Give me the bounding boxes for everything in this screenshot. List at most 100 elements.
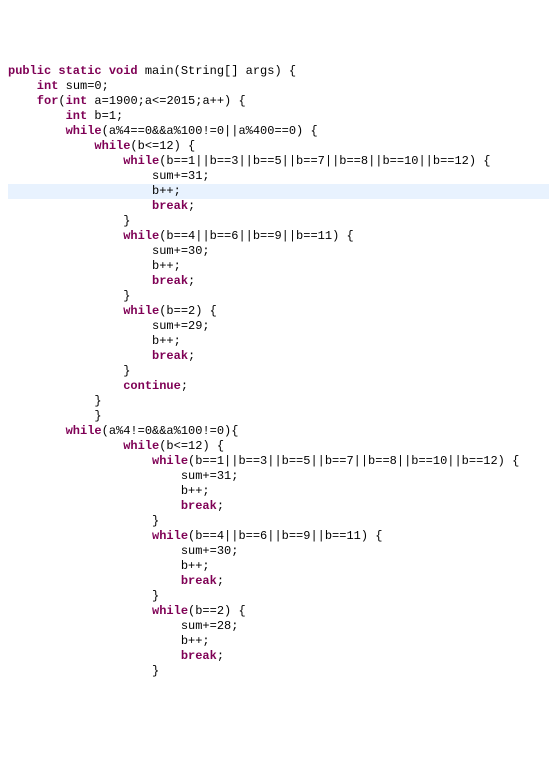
text-token: main(String[] args) { — [138, 64, 296, 78]
keyword-token: int — [8, 109, 87, 123]
text-token: b++; — [8, 184, 181, 198]
keyword-token: while — [8, 154, 159, 168]
code-line: } — [8, 514, 549, 529]
text-token: (b==4||b==6||b==9||b==11) { — [159, 229, 353, 243]
code-line: } — [8, 364, 549, 379]
text-token: (a%4==0&&a%100!=0||a%400==0) { — [102, 124, 318, 138]
text-token: ( — [58, 94, 65, 108]
keyword-token: while — [8, 139, 130, 153]
keyword-token: while — [8, 124, 102, 138]
text-token: sum=0; — [58, 79, 108, 93]
text-token: (b==2) { — [188, 604, 246, 618]
code-line: int b=1; — [8, 109, 549, 124]
code-line: while(b==4||b==6||b==9||b==11) { — [8, 529, 549, 544]
keyword-token: public static void — [8, 64, 138, 78]
keyword-token: while — [8, 439, 159, 453]
text-token: } — [8, 589, 159, 603]
code-line: while(b==4||b==6||b==9||b==11) { — [8, 229, 549, 244]
keyword-token: while — [8, 229, 159, 243]
keyword-token: break — [8, 499, 217, 513]
text-token: b++; — [8, 334, 181, 348]
text-token: ; — [188, 199, 195, 213]
keyword-token: continue — [8, 379, 181, 393]
text-token: (b==1||b==3||b==5||b==7||b==8||b==10||b=… — [188, 454, 519, 468]
code-line: } — [8, 289, 549, 304]
keyword-token: while — [8, 304, 159, 318]
code-line: break; — [8, 199, 549, 214]
code-line: while(b==2) { — [8, 604, 549, 619]
keyword-token: int — [8, 79, 58, 93]
code-line: for(int a=1900;a<=2015;a++) { — [8, 94, 549, 109]
code-line: while(b==1||b==3||b==5||b==7||b==8||b==1… — [8, 454, 549, 469]
text-token: sum+=28; — [8, 619, 238, 633]
keyword-token: while — [8, 529, 188, 543]
text-token: sum+=30; — [8, 244, 210, 258]
keyword-token: break — [8, 649, 217, 663]
code-line: break; — [8, 649, 549, 664]
code-line: sum+=29; — [8, 319, 549, 334]
text-token: } — [8, 664, 159, 678]
text-token: } — [8, 214, 130, 228]
text-token: } — [8, 514, 159, 528]
text-token: sum+=30; — [8, 544, 238, 558]
code-line: } — [8, 664, 549, 679]
code-editor: public static void main(String[] args) {… — [8, 64, 549, 679]
code-line: while(b==2) { — [8, 304, 549, 319]
text-token: } — [8, 394, 102, 408]
code-line: break; — [8, 499, 549, 514]
text-token: (b==1||b==3||b==5||b==7||b==8||b==10||b=… — [159, 154, 490, 168]
keyword-token: while — [8, 424, 102, 438]
code-line: sum+=30; — [8, 544, 549, 559]
text-token: b++; — [8, 559, 210, 573]
text-token: ; — [181, 379, 188, 393]
code-line: public static void main(String[] args) { — [8, 64, 549, 79]
code-line: sum+=28; — [8, 619, 549, 634]
code-line: b++; — [8, 259, 549, 274]
keyword-token: break — [8, 199, 188, 213]
text-token: } — [8, 364, 130, 378]
text-token: } — [8, 289, 130, 303]
code-line: b++; — [8, 484, 549, 499]
text-token: ; — [217, 649, 224, 663]
code-line: while(b<=12) { — [8, 439, 549, 454]
code-line: sum+=31; — [8, 169, 549, 184]
text-token: (b<=12) { — [130, 139, 195, 153]
text-token: b++; — [8, 634, 210, 648]
keyword-token: for — [8, 94, 58, 108]
text-token: ; — [188, 274, 195, 288]
code-line: while(a%4!=0&&a%100!=0){ — [8, 424, 549, 439]
keyword-token: break — [8, 574, 217, 588]
code-line: b++; — [8, 634, 549, 649]
code-line: sum+=31; — [8, 469, 549, 484]
code-line: } — [8, 589, 549, 604]
text-token: ; — [188, 349, 195, 363]
code-line: b++; — [8, 184, 549, 199]
text-token: sum+=29; — [8, 319, 210, 333]
code-line: int sum=0; — [8, 79, 549, 94]
text-token: b++; — [8, 484, 210, 498]
code-line: break; — [8, 349, 549, 364]
code-line: while(b<=12) { — [8, 139, 549, 154]
text-token: } — [8, 409, 102, 423]
text-token: b=1; — [87, 109, 123, 123]
keyword-token: while — [8, 604, 188, 618]
text-token: sum+=31; — [8, 469, 238, 483]
text-token: ; — [217, 499, 224, 513]
keyword-token: break — [8, 349, 188, 363]
text-token: (b<=12) { — [159, 439, 224, 453]
code-line: break; — [8, 574, 549, 589]
text-token: b++; — [8, 259, 181, 273]
text-token: ; — [217, 574, 224, 588]
code-line: b++; — [8, 559, 549, 574]
code-line: while(a%4==0&&a%100!=0||a%400==0) { — [8, 124, 549, 139]
code-line: } — [8, 214, 549, 229]
code-line: b++; — [8, 334, 549, 349]
text-token: (a%4!=0&&a%100!=0){ — [102, 424, 239, 438]
code-line: } — [8, 394, 549, 409]
text-token: sum+=31; — [8, 169, 210, 183]
code-line: continue; — [8, 379, 549, 394]
text-token: (b==2) { — [159, 304, 217, 318]
code-line: } — [8, 409, 549, 424]
code-line: while(b==1||b==3||b==5||b==7||b==8||b==1… — [8, 154, 549, 169]
text-token: a=1900;a<=2015;a++) { — [87, 94, 245, 108]
